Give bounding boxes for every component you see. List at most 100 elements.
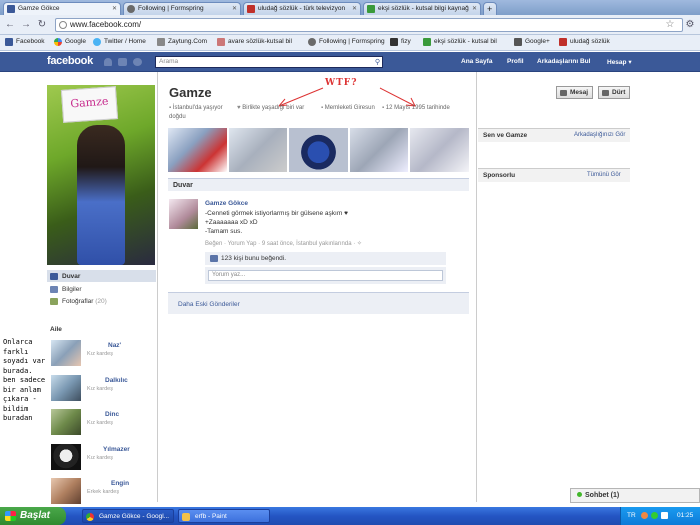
family-thumb-engin[interactable] bbox=[51, 478, 81, 504]
post-text-line: -Tamam sus. bbox=[205, 228, 243, 235]
bookmarks-bar: Facebook Google Twitter / Home Zaytung.C… bbox=[0, 35, 700, 51]
family-name-engin[interactable]: Engin bbox=[111, 480, 129, 487]
browser-tab-bar: Gamze Gökce ✕ Following | Formspring ✕ u… bbox=[0, 0, 700, 15]
close-icon[interactable]: ✕ bbox=[232, 5, 237, 12]
tab-gamze-gokce[interactable]: Gamze Gökce ✕ bbox=[3, 2, 121, 15]
nav-profile[interactable]: Profil bbox=[507, 58, 524, 65]
post-author-avatar[interactable] bbox=[169, 199, 198, 229]
left-nav-photos[interactable]: Fotoğraflar (20) bbox=[50, 298, 107, 305]
windows-taskbar: Başlat Gamze Gökce - Googl... erfb - Pai… bbox=[0, 507, 700, 525]
profile-name: Gamze bbox=[169, 85, 212, 100]
left-nav-wall[interactable]: Duvar bbox=[50, 273, 80, 280]
nav-find-friends[interactable]: Arkadaşlarını Bul bbox=[537, 58, 590, 65]
family-name-dalkilic[interactable]: Dalkılıc bbox=[105, 377, 128, 384]
network-icon[interactable] bbox=[651, 512, 658, 519]
poke-button[interactable]: Dürt bbox=[598, 86, 631, 99]
formspring-icon bbox=[308, 38, 316, 46]
start-button[interactable]: Başlat bbox=[0, 507, 66, 525]
post-meta-actions[interactable]: Beğen · Yorum Yap · 9 saat önce, İstanbu… bbox=[205, 240, 362, 247]
bookmark-twitter[interactable]: Twitter / Home bbox=[93, 38, 146, 46]
bookmark-uludag[interactable]: uludağ sözlük bbox=[559, 38, 610, 46]
tab-uludag[interactable]: uludağ sözlük - türk televizyon ✕ bbox=[243, 2, 361, 15]
family-name-naz[interactable]: Naz' bbox=[108, 342, 121, 349]
family-name-dinc[interactable]: Dinc bbox=[105, 411, 119, 418]
windows-logo-icon bbox=[5, 511, 16, 521]
see-friendship-link[interactable]: Arkadaşlığınızı Gör bbox=[574, 132, 625, 138]
tab-formspring[interactable]: Following | Formspring ✕ bbox=[123, 2, 241, 15]
family-name-yilmazer[interactable]: Yılmazer bbox=[103, 446, 130, 453]
messages-icon[interactable] bbox=[118, 58, 127, 66]
share-icon[interactable]: ✧ bbox=[357, 241, 362, 247]
nav-home[interactable]: Ana Sayfa bbox=[461, 58, 492, 65]
family-thumb-dalkilic[interactable] bbox=[51, 375, 81, 401]
bookmark-fizy[interactable]: fizy bbox=[390, 38, 411, 46]
photos-icon bbox=[50, 298, 58, 305]
handwritten-sign: Gamze bbox=[60, 86, 119, 123]
search-input[interactable]: Arama ⚲ bbox=[155, 56, 383, 68]
strip-photo[interactable] bbox=[410, 128, 469, 172]
post-author-name[interactable]: Gamze Gökce bbox=[205, 200, 248, 207]
back-arrow-icon[interactable]: ← bbox=[4, 19, 16, 31]
address-bar[interactable]: www.facebook.com/ bbox=[55, 18, 683, 32]
family-thumb-yilmazer[interactable] bbox=[51, 444, 81, 470]
family-relation: Kız kardeş bbox=[87, 386, 113, 392]
wrench-icon[interactable]: ⚙ bbox=[684, 19, 696, 31]
friend-requests-icon[interactable] bbox=[104, 58, 112, 66]
strip-photo[interactable] bbox=[168, 128, 227, 172]
message-button[interactable]: Mesaj bbox=[556, 86, 594, 99]
wall-icon bbox=[50, 273, 58, 280]
facebook-icon bbox=[5, 38, 13, 46]
info-hometown: ▪ Memleketi Giresun bbox=[321, 105, 375, 111]
strip-photo[interactable] bbox=[349, 128, 409, 172]
bookmark-eksi[interactable]: ekşi sözlük - kutsal bil bbox=[423, 38, 497, 46]
poke-icon bbox=[602, 90, 609, 96]
facebook-logo[interactable]: facebook bbox=[47, 55, 93, 67]
strip-photo[interactable] bbox=[228, 128, 288, 172]
zaytung-icon bbox=[157, 38, 165, 46]
tab-eksi[interactable]: ekşi sözlük - kutsal bilgi kaynağ ✕ bbox=[363, 2, 481, 15]
info-relationship: ♥ Birlikte yaşadığı biri var bbox=[237, 105, 305, 111]
older-posts-link[interactable]: Daha Eski Gönderiler bbox=[168, 292, 469, 314]
profile-picture[interactable]: Gamze bbox=[47, 85, 155, 265]
star-icon[interactable]: ☆ bbox=[664, 19, 676, 31]
left-nav-info[interactable]: Bilgiler bbox=[50, 286, 82, 293]
likes-summary[interactable]: 123 kişi bunu beğendi. bbox=[205, 252, 446, 265]
bookmark-formspring[interactable]: Following | Formspring bbox=[308, 38, 385, 46]
thumbs-up-icon bbox=[210, 255, 218, 262]
taskbar-chrome[interactable]: Gamze Gökce - Googl... bbox=[82, 509, 174, 523]
reload-icon[interactable]: ↻ bbox=[36, 19, 48, 31]
new-tab-button[interactable]: + bbox=[483, 2, 497, 15]
tray-app-icon[interactable] bbox=[641, 512, 648, 519]
facebook-header: facebook Arama ⚲ Ana Sayfa Profil Arkada… bbox=[0, 52, 700, 72]
forward-arrow-icon[interactable]: → bbox=[20, 19, 32, 31]
chat-bar[interactable]: Sohbet (1) bbox=[570, 488, 700, 503]
see-all-link[interactable]: Tümünü Gör bbox=[587, 172, 621, 178]
info-birthday-cont: doğdu bbox=[169, 114, 186, 120]
family-title: Aile bbox=[50, 326, 62, 333]
family-thumb-dinc[interactable] bbox=[51, 409, 81, 435]
chrome-icon bbox=[86, 513, 94, 521]
nav-account[interactable]: Hesap ▾ bbox=[607, 58, 632, 66]
close-icon[interactable]: ✕ bbox=[472, 5, 477, 12]
bookmark-facebook[interactable]: Facebook bbox=[5, 38, 45, 46]
bookmark-avare[interactable]: avare sözlük-kutsal bil bbox=[217, 38, 292, 46]
comment-input[interactable]: Yorum yaz... bbox=[208, 270, 443, 281]
close-icon[interactable]: ✕ bbox=[352, 5, 357, 12]
language-indicator[interactable]: TR bbox=[627, 512, 636, 519]
close-icon[interactable]: ✕ bbox=[112, 5, 117, 12]
taskbar-paint[interactable]: erfb - Paint bbox=[178, 509, 270, 523]
notifications-icon[interactable] bbox=[133, 58, 142, 66]
bookmark-zaytung[interactable]: Zaytung.Com bbox=[157, 38, 207, 46]
info-birthday: ▪ 12 Mayıs 1995 tarihinde bbox=[382, 105, 450, 111]
family-thumb-naz[interactable] bbox=[51, 340, 81, 366]
family-relation: Kız kardeş bbox=[87, 455, 113, 461]
paint-icon bbox=[182, 513, 190, 521]
strip-photo[interactable] bbox=[289, 128, 348, 172]
post-text-line: +Zaaaaaaa xD xD bbox=[205, 219, 258, 226]
search-icon[interactable]: ⚲ bbox=[375, 58, 380, 66]
photo-strip bbox=[168, 128, 469, 172]
volume-icon[interactable] bbox=[661, 512, 668, 519]
bookmark-google[interactable]: Google bbox=[54, 38, 86, 46]
clock[interactable]: 01:25 bbox=[677, 512, 693, 519]
bookmark-googleplus[interactable]: Google+ bbox=[514, 38, 550, 46]
